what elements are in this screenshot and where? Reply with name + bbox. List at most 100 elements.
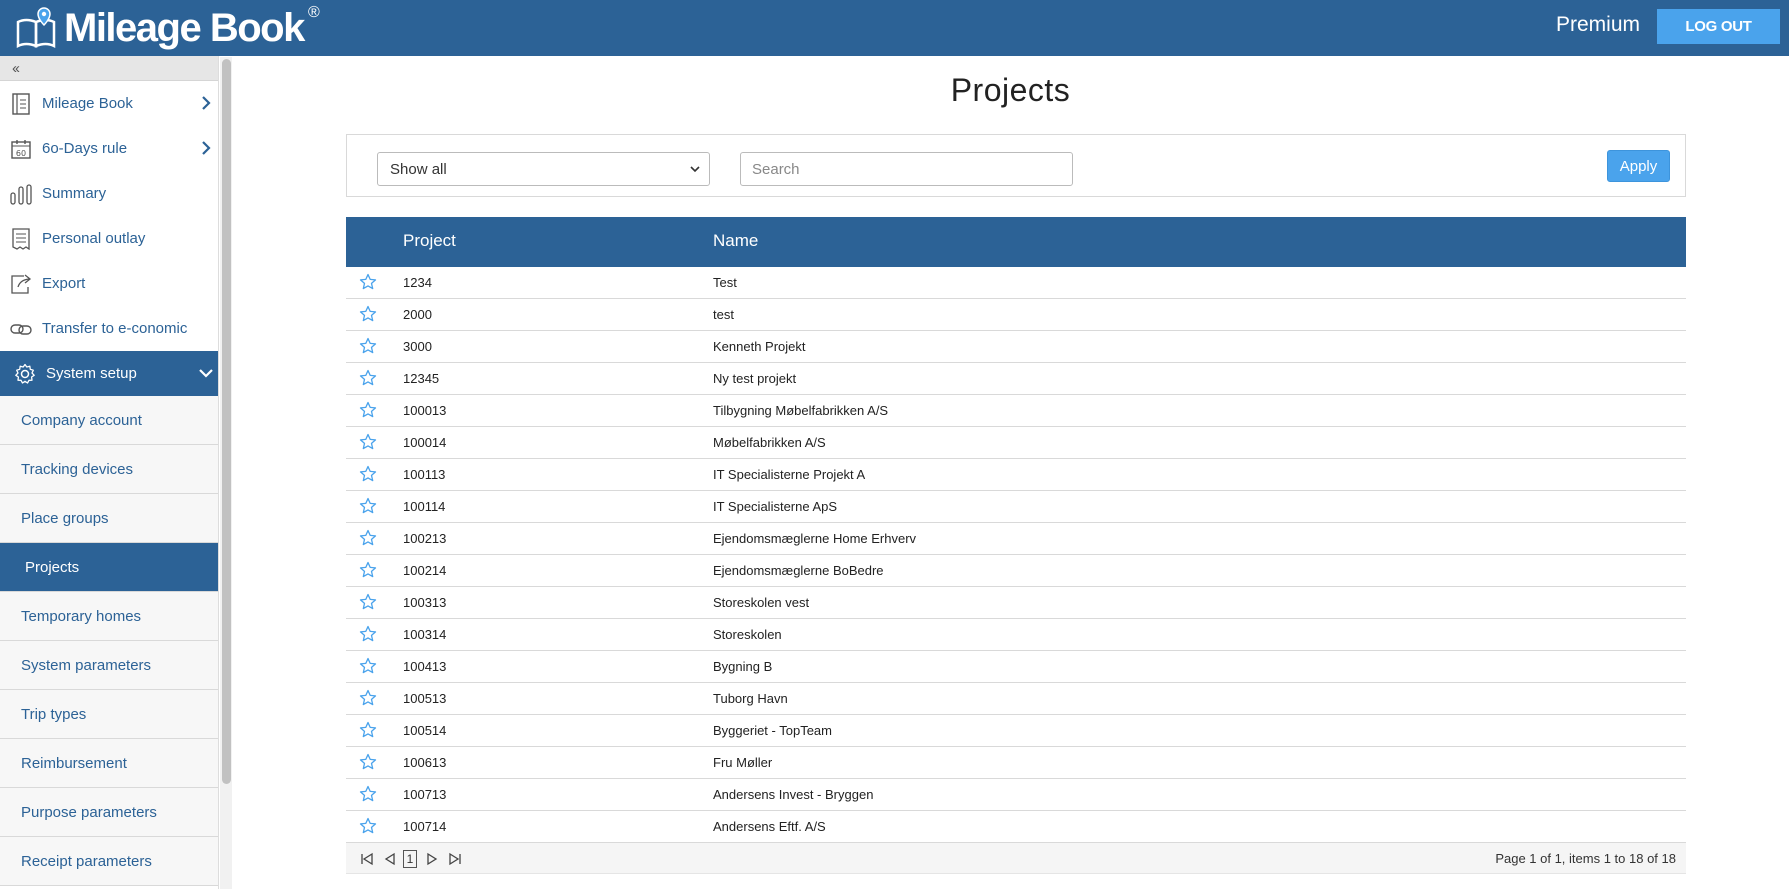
table-row[interactable]: 100413 Bygning B — [346, 651, 1686, 683]
project-name-cell: Bygning B — [713, 659, 773, 674]
star-icon[interactable] — [359, 657, 377, 675]
table-row[interactable]: 100513 Tuborg Havn — [346, 683, 1686, 715]
table-row[interactable]: 12345 Ny test projekt — [346, 363, 1686, 395]
sidebar-subitem-reimbursement[interactable]: Reimbursement — [0, 739, 218, 788]
star-icon[interactable] — [359, 529, 377, 547]
table-row[interactable]: 100514 Byggeriet - TopTeam — [346, 715, 1686, 747]
project-number-cell: 3000 — [403, 339, 432, 354]
star-icon[interactable] — [359, 593, 377, 611]
project-number-cell: 100213 — [403, 531, 447, 546]
star-icon[interactable] — [359, 689, 377, 707]
chevron-right-icon — [202, 141, 211, 155]
sidebar-item-60-days-rule[interactable]: 60 6o-Days rule — [0, 126, 218, 171]
book-icon — [9, 92, 33, 116]
table-row[interactable]: 100014 Møbelfabrikken A/S — [346, 427, 1686, 459]
star-icon[interactable] — [359, 273, 377, 291]
column-header-project[interactable]: Project — [403, 231, 456, 251]
bar-chart-icon — [9, 182, 33, 206]
pager: 1 Page 1 of 1, items 1 to 18 of 18 — [346, 843, 1686, 874]
sidebar-collapse-button[interactable]: ‹‹ — [0, 56, 218, 81]
table-row[interactable]: 1234 Test — [346, 267, 1686, 299]
star-icon[interactable] — [359, 337, 377, 355]
column-header-name[interactable]: Name — [713, 231, 758, 251]
project-name-cell: Storeskolen — [713, 627, 782, 642]
star-icon[interactable] — [359, 753, 377, 771]
next-page-icon[interactable] — [424, 851, 440, 867]
table-row[interactable]: 100313 Storeskolen vest — [346, 587, 1686, 619]
table-row[interactable]: 100713 Andersens Invest - Bryggen — [346, 779, 1686, 811]
sidebar-subitem-company-account[interactable]: Company account — [0, 396, 218, 445]
star-icon[interactable] — [359, 721, 377, 739]
star-icon[interactable] — [359, 785, 377, 803]
current-page-button[interactable]: 1 — [403, 850, 417, 868]
page-title: Projects — [950, 72, 1071, 108]
chevron-right-icon — [202, 96, 211, 110]
apply-button[interactable]: Apply — [1607, 150, 1670, 182]
project-number-cell: 100713 — [403, 787, 447, 802]
project-number-cell: 100114 — [403, 499, 446, 514]
table-row[interactable]: 3000 Kenneth Projekt — [346, 331, 1686, 363]
sidebar-subitem-trip-types[interactable]: Trip types — [0, 690, 218, 739]
sidebar-item-summary[interactable]: Summary — [0, 171, 218, 216]
table-row[interactable]: 100213 Ejendomsmæglerne Home Erhverv — [346, 523, 1686, 555]
last-page-icon[interactable] — [447, 851, 463, 867]
registered-mark: ® — [308, 3, 320, 21]
sidebar-subitem-purpose-parameters[interactable]: Purpose parameters — [0, 788, 218, 837]
table-row[interactable]: 100714 Andersens Eftf. A/S — [346, 811, 1686, 843]
sidebar-item-system-setup[interactable]: System setup — [0, 351, 218, 396]
sidebar-subitem-projects[interactable]: Projects — [0, 543, 218, 592]
logout-button[interactable]: LOG OUT — [1657, 9, 1780, 44]
sidebar-item-mileage-book[interactable]: Mileage Book — [0, 81, 218, 126]
sidebar-item-label: System setup — [46, 365, 137, 382]
gear-icon — [13, 362, 37, 386]
logo[interactable]: Mileage Book ® — [14, 4, 320, 52]
search-input[interactable] — [740, 152, 1073, 186]
previous-page-icon[interactable] — [382, 851, 398, 867]
sidebar-subitem-system-parameters[interactable]: System parameters — [0, 641, 218, 690]
table-row[interactable]: 100314 Storeskolen — [346, 619, 1686, 651]
sidebar-item-label: Export — [42, 275, 86, 292]
star-icon[interactable] — [359, 369, 377, 387]
sidebar-subitem-place-groups[interactable]: Place groups — [0, 494, 218, 543]
star-icon[interactable] — [359, 433, 377, 451]
select-value: Show all — [390, 160, 447, 178]
table-row[interactable]: 100113 IT Specialisterne Projekt A — [346, 459, 1686, 491]
star-icon[interactable] — [359, 625, 377, 643]
table-row[interactable]: 100613 Fru Møller — [346, 747, 1686, 779]
star-icon[interactable] — [359, 561, 377, 579]
project-name-cell: Tuborg Havn — [713, 691, 788, 706]
table-row[interactable]: 100013 Tilbygning Møbelfabrikken A/S — [346, 395, 1686, 427]
sidebar-item-export[interactable]: Export — [0, 261, 218, 306]
table-header: Project Name — [346, 217, 1686, 267]
star-icon[interactable] — [359, 305, 377, 323]
table-row[interactable]: 2000 test — [346, 299, 1686, 331]
projects-table: Project Name 1234 Test 2000 test 3000 Kenneth… — [346, 217, 1686, 874]
sidebar-subitem-receipt-parameters[interactable]: Receipt parameters — [0, 837, 218, 886]
chevron-down-icon — [199, 369, 213, 378]
double-chevron-left-icon: ‹‹ — [12, 59, 20, 77]
show-filter-select[interactable]: Show all — [377, 152, 710, 186]
star-icon[interactable] — [359, 497, 377, 515]
project-number-cell: 100314 — [403, 627, 447, 642]
scrollbar-thumb[interactable] — [222, 59, 231, 784]
project-number-cell: 100513 — [403, 691, 447, 706]
project-number-cell: 12345 — [403, 371, 440, 386]
sidebar-item-personal-outlay[interactable]: Personal outlay — [0, 216, 218, 261]
project-number-cell: 100514 — [403, 723, 447, 738]
table-row[interactable]: 100114 IT Specialisterne ApS — [346, 491, 1686, 523]
table-row[interactable]: 100214 Ejendomsmæglerne BoBedre — [346, 555, 1686, 587]
sidebar: ‹‹ Mileage Book 60 6o-Days rule Summary … — [0, 56, 219, 889]
project-number-cell: 1234 — [403, 275, 432, 290]
project-number-cell: 100214 — [403, 563, 447, 578]
export-icon — [9, 272, 33, 296]
sidebar-item-transfer-economic[interactable]: Transfer to e-conomic — [0, 306, 218, 351]
star-icon[interactable] — [359, 465, 377, 483]
svg-text:60: 60 — [16, 149, 26, 158]
star-icon[interactable] — [359, 401, 377, 419]
sidebar-subitem-temporary-homes[interactable]: Temporary homes — [0, 592, 218, 641]
star-icon[interactable] — [359, 817, 377, 835]
first-page-icon[interactable] — [359, 851, 375, 867]
sidebar-scrollbar[interactable] — [220, 57, 232, 889]
sidebar-item-label: 6o-Days rule — [42, 140, 128, 157]
sidebar-subitem-tracking-devices[interactable]: Tracking devices — [0, 445, 218, 494]
